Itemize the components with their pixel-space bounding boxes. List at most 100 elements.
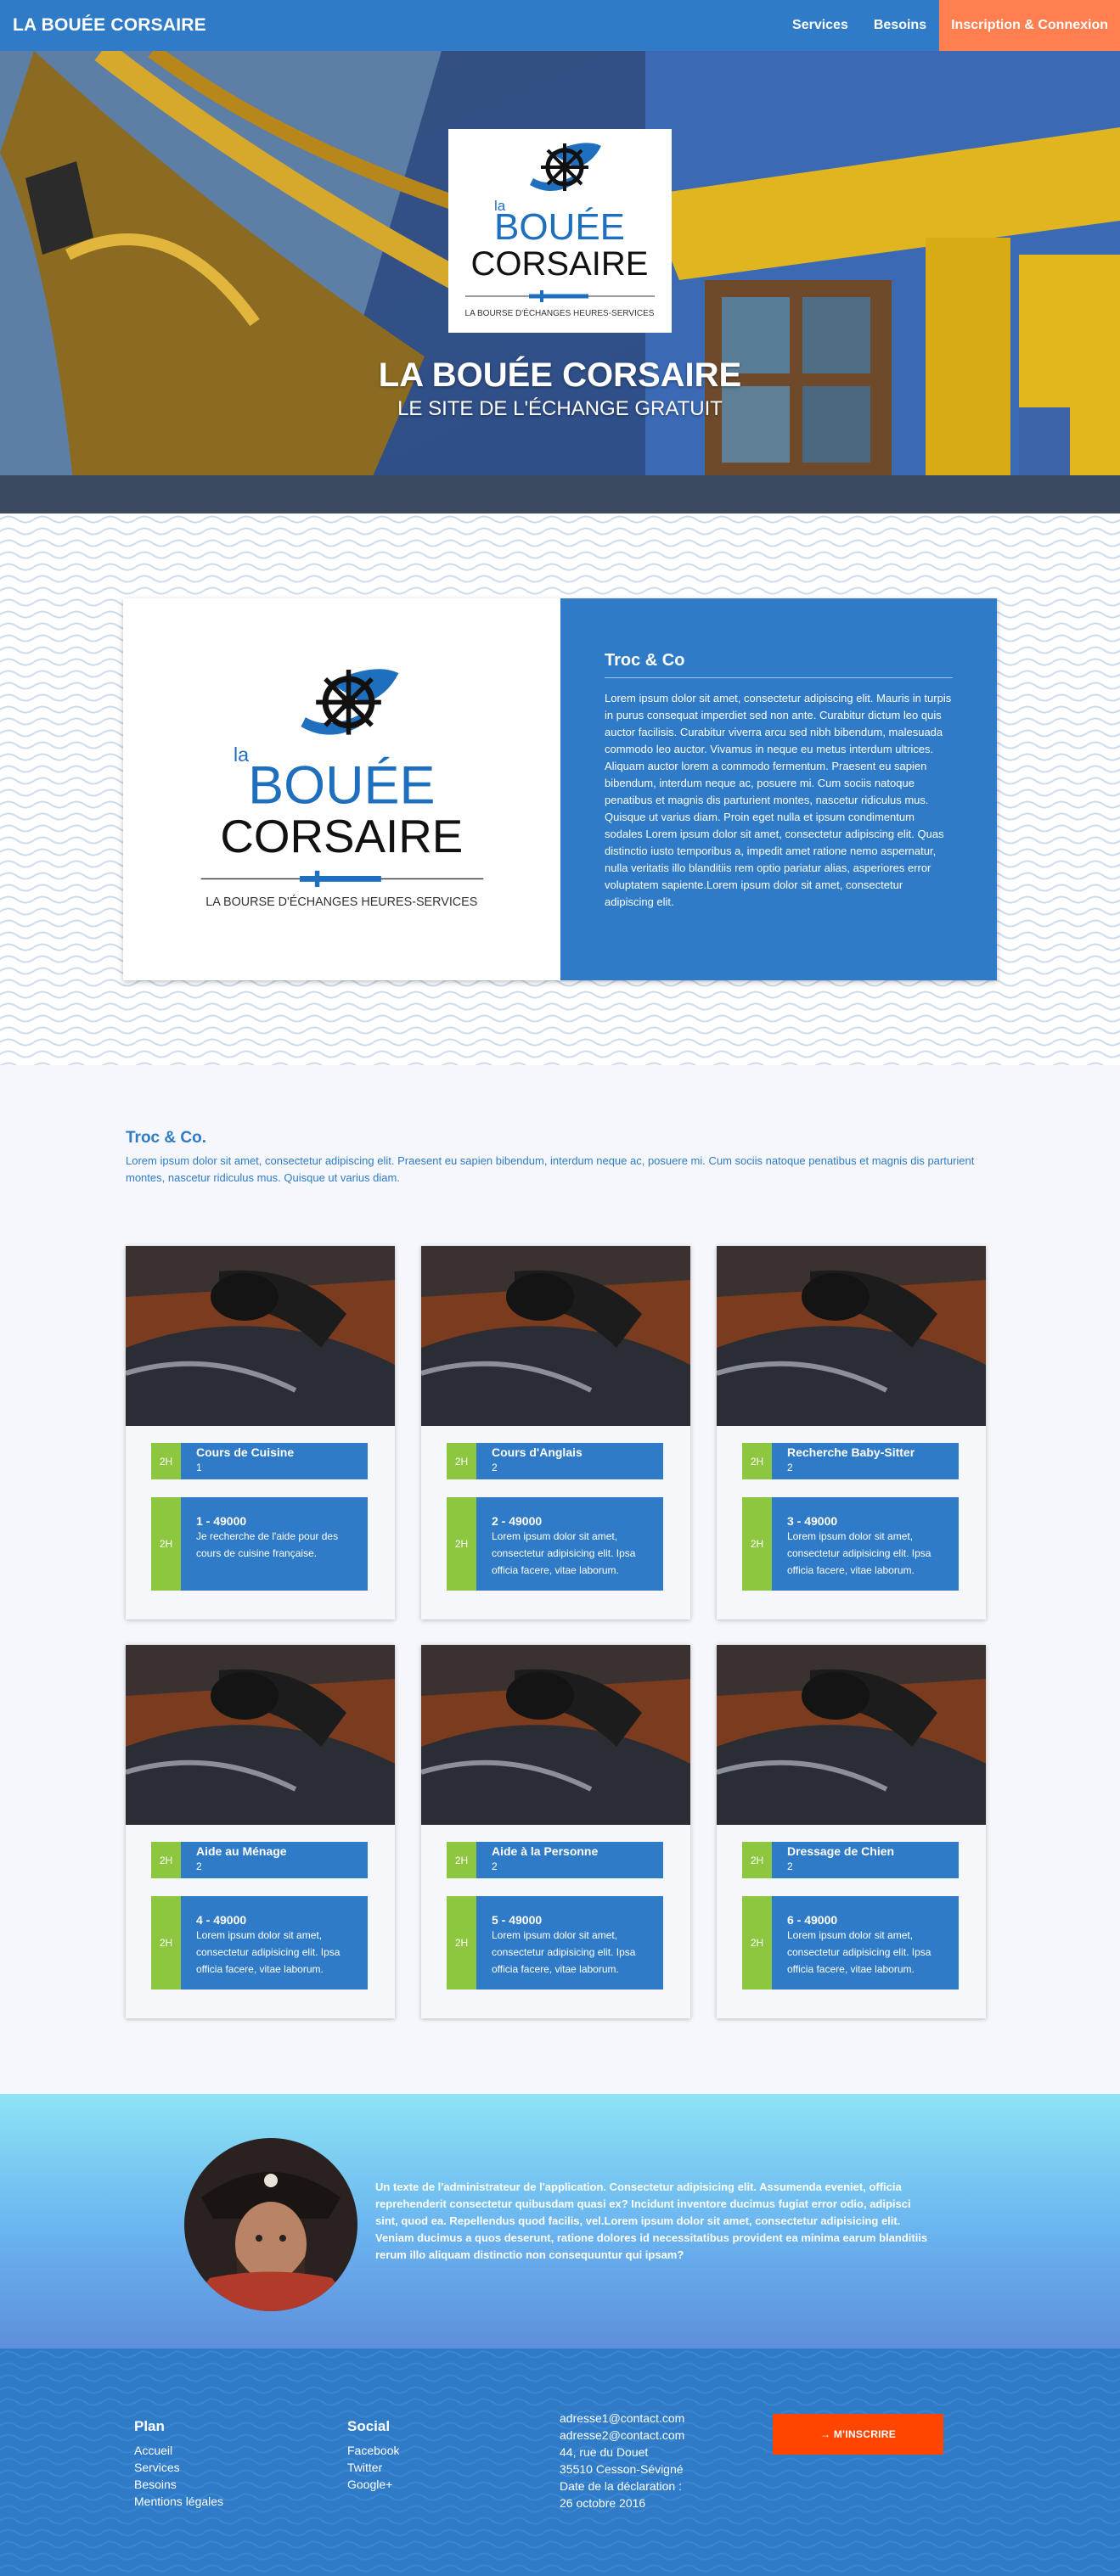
about-logo-line2: CORSAIRE	[220, 810, 463, 862]
service-count: 2	[492, 1462, 498, 1473]
service-name[interactable]: Recherche Baby-Sitter	[787, 1445, 943, 1459]
contact-email-2[interactable]: adresse2@contact.com	[560, 2427, 684, 2444]
hero-title: LA BOUÉE CORSAIRE	[378, 356, 742, 394]
service-detail-row: 2H 1 - 49000 Je recherche de l'aide pour d…	[151, 1497, 368, 1591]
footer-plan: Plan Accueil Services Besoins Mentions l…	[134, 2418, 223, 2510]
about-text-panel: Troc & Co Lorem ipsum dolor sit amet, co…	[560, 598, 997, 980]
about-logo: la BOUÉE CORSAIRE LA BOURSE D'ÉCHANGES H…	[123, 598, 560, 980]
service-description: Lorem ipsum dolor sit amet, consectetur …	[787, 1530, 931, 1576]
service-title-row: 2H Recherche Baby-Sitter 2	[742, 1443, 959, 1479]
service-title-row: 2H Aide à la Personne 2	[447, 1842, 663, 1878]
service-name[interactable]: Dressage de Chien	[787, 1844, 943, 1858]
contact-address-street: 44, rue du Douet	[560, 2445, 649, 2459]
footer-link-twitter[interactable]: Twitter	[347, 2459, 399, 2476]
top-navbar: LA BOUÉE CORSAIRE Services Besoins Inscr…	[0, 0, 1120, 51]
hero-logo: la BOUÉE CORSAIRE LA BOURSE D'ÉCHANGES H…	[448, 129, 672, 333]
service-detail-row: 2H 5 - 49000 Lorem ipsum dolor sit amet, c…	[447, 1896, 663, 1990]
logo-tagline: LA BOURSE D'ÉCHANGES HEURES-SERVICES	[465, 307, 655, 318]
service-name[interactable]: Cours de Cuisine	[196, 1445, 352, 1459]
service-count: 2	[196, 1860, 202, 1872]
about-card: la BOUÉE CORSAIRE LA BOURSE D'ÉCHANGES H…	[123, 598, 997, 980]
site-brand[interactable]: LA BOUÉE CORSAIRE	[0, 15, 779, 36]
service-card-image	[717, 1645, 986, 1825]
services-section: Troc & Co. Lorem ipsum dolor sit amet, c…	[0, 1065, 1120, 2094]
footer-link-besoins[interactable]: Besoins	[134, 2476, 223, 2493]
contact-email-1[interactable]: adresse1@contact.com	[560, 2410, 684, 2427]
service-title-row: 2H Dressage de Chien 2	[742, 1842, 959, 1878]
footer-link-googleplus[interactable]: Google+	[347, 2476, 399, 2493]
service-ref: 1 - 49000	[196, 1514, 247, 1528]
service-card-image	[421, 1645, 690, 1825]
service-name[interactable]: Aide au Ménage	[196, 1844, 352, 1858]
service-ref: 3 - 49000	[787, 1514, 838, 1528]
nav-link-besoins[interactable]: Besoins	[861, 0, 939, 51]
duration-badge: 2H	[447, 1443, 476, 1479]
footer: Plan Accueil Services Besoins Mentions l…	[0, 2349, 1120, 2576]
duration-badge: 2H	[151, 1896, 181, 1990]
duration-badge: 2H	[447, 1842, 476, 1878]
service-detail-row: 2H 3 - 49000 Lorem ipsum dolor sit amet, c…	[742, 1497, 959, 1591]
footer-contact: adresse1@contact.com adresse2@contact.co…	[560, 2410, 684, 2511]
service-card[interactable]: 2H Dressage de Chien 2 2H 6 - 49000 Lorem ips…	[717, 1645, 986, 2018]
service-count: 2	[492, 1860, 498, 1872]
footer-link-mentions[interactable]: Mentions légales	[134, 2493, 223, 2510]
service-card-image	[717, 1246, 986, 1426]
footer-link-services[interactable]: Services	[134, 2459, 223, 2476]
footer-social-title: Social	[347, 2418, 391, 2434]
service-card[interactable]: 2H Aide au Ménage 2 2H 4 - 49000 Lorem ipsum …	[126, 1645, 395, 2018]
service-description: Lorem ipsum dolor sit amet, consectetur …	[196, 1929, 341, 1975]
service-ref: 6 - 49000	[787, 1913, 838, 1927]
duration-badge: 2H	[742, 1497, 772, 1591]
service-description: Lorem ipsum dolor sit amet, consectetur …	[492, 1929, 636, 1975]
service-description: Lorem ipsum dolor sit amet, consectetur …	[787, 1929, 931, 1975]
duration-badge: 2H	[742, 1443, 772, 1479]
footer-plan-title: Plan	[134, 2418, 165, 2434]
service-card[interactable]: 2H Recherche Baby-Sitter 2 2H 3 - 49000 Lorem…	[717, 1246, 986, 1619]
service-title-row: 2H Cours de Cuisine 1	[151, 1443, 368, 1479]
service-card[interactable]: 2H Cours de Cuisine 1 2H 1 - 49000 Je recherc…	[126, 1246, 395, 1619]
service-detail-row: 2H 6 - 49000 Lorem ipsum dolor sit amet, c…	[742, 1896, 959, 1990]
duration-badge: 2H	[151, 1443, 181, 1479]
services-header: Troc & Co. Lorem ipsum dolor sit amet, c…	[126, 1129, 992, 1187]
testimonial-text: Un texte de l'administrateur de l'applic…	[375, 2180, 928, 2261]
service-title-box: Aide au Ménage 2	[181, 1842, 368, 1878]
service-title-box: Cours de Cuisine 1	[181, 1443, 368, 1479]
pirate-portrait-image	[184, 2138, 357, 2311]
logo-line1: BOUÉE	[494, 206, 625, 248]
logo-graphic: la BOUÉE CORSAIRE LA BOURSE D'ÉCHANGES H…	[465, 143, 655, 318]
service-title-box: Recherche Baby-Sitter 2	[772, 1443, 959, 1479]
service-title-box: Cours d'Anglais 2	[476, 1443, 663, 1479]
signup-button[interactable]: → M'INSCRIRE	[773, 2414, 943, 2455]
contact-declaration-date: 26 octobre 2016	[560, 2496, 646, 2510]
service-ref: 4 - 49000	[196, 1913, 247, 1927]
service-title-row: 2H Aide au Ménage 2	[151, 1842, 368, 1878]
service-card-image	[126, 1246, 395, 1426]
about-section: la BOUÉE CORSAIRE LA BOURSE D'ÉCHANGES H…	[0, 514, 1120, 1065]
service-detail-box: 6 - 49000 Lorem ipsum dolor sit amet, con…	[772, 1896, 959, 1990]
service-name[interactable]: Cours d'Anglais	[492, 1445, 648, 1459]
service-detail-box: 4 - 49000 Lorem ipsum dolor sit amet, con…	[181, 1896, 368, 1990]
duration-badge: 2H	[151, 1842, 181, 1878]
service-ref: 2 - 49000	[492, 1514, 543, 1528]
about-title: Troc & Co	[605, 651, 953, 678]
service-name[interactable]: Aide à la Personne	[492, 1844, 648, 1858]
contact-declaration-label: Date de la déclaration :	[560, 2479, 682, 2493]
hero-banner: la BOUÉE CORSAIRE LA BOURSE D'ÉCHANGES H…	[0, 0, 1120, 514]
service-card-image	[126, 1645, 395, 1825]
nav-login-button[interactable]: Inscription & Connexion	[939, 0, 1120, 51]
nav-link-services[interactable]: Services	[779, 0, 861, 51]
duration-badge: 2H	[447, 1896, 476, 1990]
service-card[interactable]: 2H Aide à la Personne 2 2H 5 - 49000 Lorem ip…	[421, 1645, 690, 2018]
about-logo-graphic: la BOUÉE CORSAIRE LA BOURSE D'ÉCHANGES H…	[200, 669, 483, 909]
service-card[interactable]: 2H Cours d'Anglais 2 2H 2 - 49000 Lorem ipsum…	[421, 1246, 690, 1619]
footer-link-accueil[interactable]: Accueil	[134, 2442, 223, 2459]
footer-social: Social Facebook Twitter Google+	[347, 2418, 399, 2493]
duration-badge: 2H	[742, 1842, 772, 1878]
services-intro: Lorem ipsum dolor sit amet, consectetur …	[126, 1154, 975, 1184]
service-count: 2	[787, 1860, 793, 1872]
service-title-row: 2H Cours d'Anglais 2	[447, 1443, 663, 1479]
logo-line2: CORSAIRE	[471, 245, 649, 283]
footer-link-facebook[interactable]: Facebook	[347, 2442, 399, 2459]
hero-subtitle: LE SITE DE L'ÉCHANGE GRATUIT	[397, 397, 723, 420]
service-detail-row: 2H 4 - 49000 Lorem ipsum dolor sit amet, c…	[151, 1896, 368, 1990]
